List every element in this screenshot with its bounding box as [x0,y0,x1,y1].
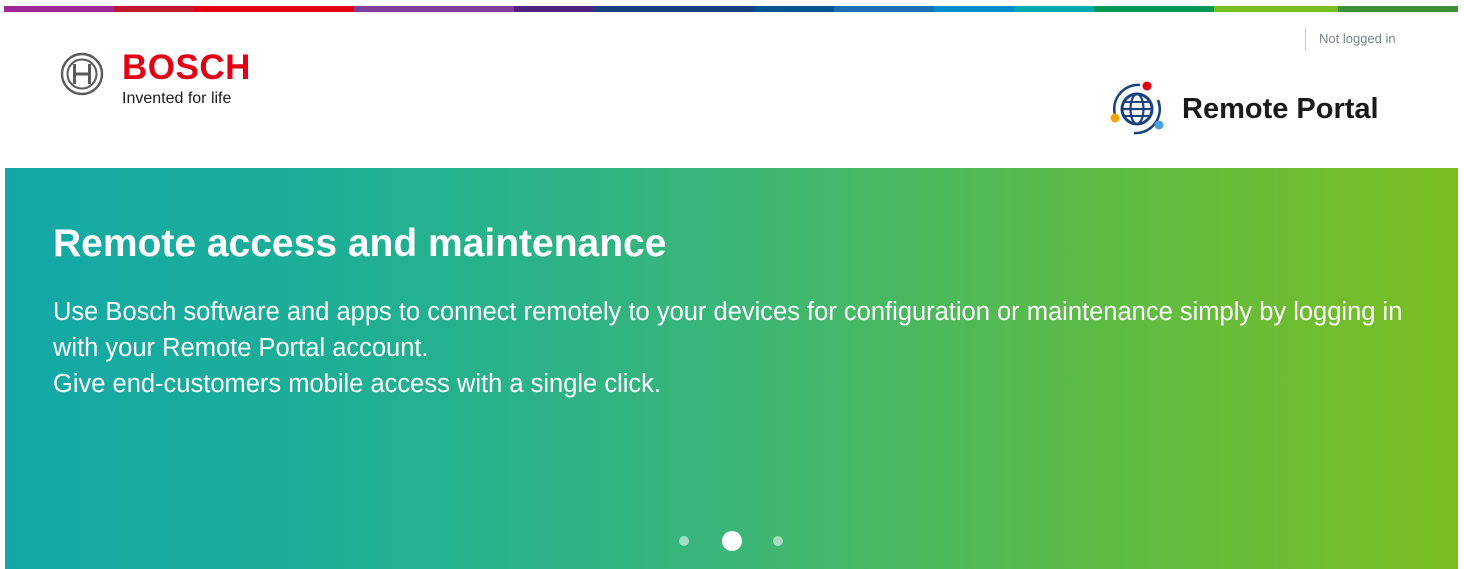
hero-title: Remote access and maintenance [53,222,667,265]
hero-paragraph-1: Use Bosch software and apps to connect r… [53,298,1403,362]
page: BOSCH Invented for life Not logged in Re… [0,0,1464,569]
carousel-dot-1[interactable] [679,536,689,546]
bosch-logo[interactable]: BOSCH Invented for life [60,50,251,108]
portal-title: Remote Portal [1182,92,1379,125]
login-status[interactable]: Not logged in [1305,28,1396,50]
hero-banner: Remote access and maintenance Use Bosch … [5,168,1458,569]
bosch-armature-icon [60,52,104,96]
brand-tagline: Invented for life [122,90,232,107]
carousel-indicators [5,526,1458,556]
globe-network-icon [1110,81,1164,135]
brand-name: BOSCH [122,48,251,87]
bosch-wordmark: BOSCH Invented for life [122,50,251,108]
page-header: BOSCH Invented for life Not logged in Re… [0,12,1464,168]
carousel-dot-3[interactable] [773,536,783,546]
remote-portal-brand[interactable]: Remote Portal [1106,78,1379,140]
hero-paragraph-2: Give end-customers mobile access with a … [53,370,661,398]
carousel-dot-2-active[interactable] [722,531,742,551]
hero-description: Use Bosch software and apps to connect r… [53,294,1423,402]
